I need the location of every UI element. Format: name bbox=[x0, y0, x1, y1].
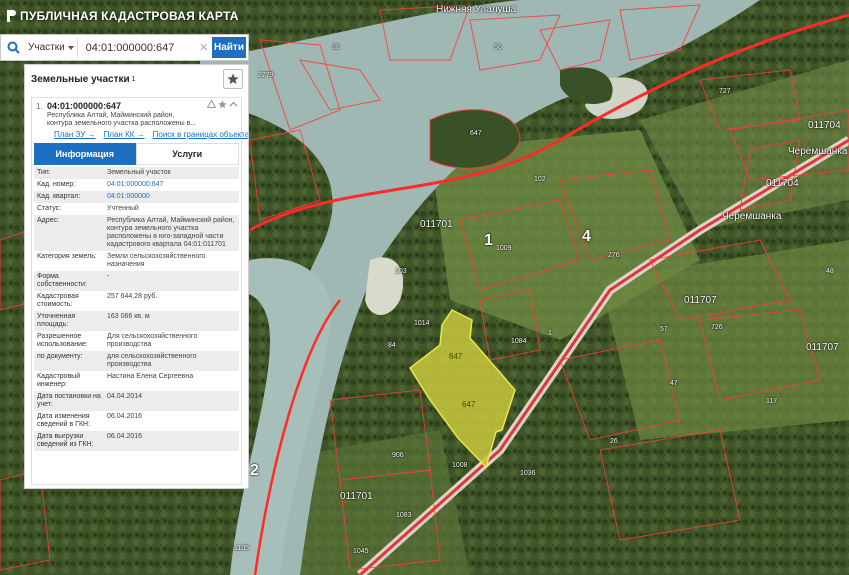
logo-icon bbox=[7, 10, 16, 22]
chevron-down-icon bbox=[67, 45, 74, 50]
search-type-select[interactable]: Участки bbox=[25, 37, 78, 58]
attribute-key: Кадастровая стоимость: bbox=[37, 293, 79, 308]
warning-icon[interactable] bbox=[207, 100, 216, 108]
attribute-row: по документу: для сельскохозяйственного п… bbox=[34, 351, 239, 371]
search-type-label: Участки bbox=[28, 42, 65, 53]
tab-information[interactable]: Информация bbox=[34, 143, 136, 165]
plan-kk-link[interactable]: План КК → bbox=[104, 130, 145, 139]
find-button[interactable]: Найти bbox=[212, 37, 246, 58]
attribute-key: Категория земель: bbox=[37, 253, 97, 260]
attribute-key: Адрес: bbox=[37, 217, 59, 224]
results-count: 1 bbox=[131, 75, 136, 83]
attribute-key: по документу: bbox=[37, 353, 83, 360]
attribute-value: Земли сельскохозяйственного назначения bbox=[107, 253, 206, 268]
attribute-value: Учтенный bbox=[107, 205, 139, 212]
attribute-key: Дата выгрузки сведений из ГКН: bbox=[37, 433, 94, 448]
panel-header: Земельные участки 1 bbox=[25, 65, 248, 93]
attribute-row: Категория земель: Земли сельскохозяйствен… bbox=[34, 251, 239, 271]
favorites-button[interactable] bbox=[223, 69, 243, 89]
attribute-value: Настина Елена Сергеевна bbox=[107, 373, 194, 380]
attribute-row: Разрешенное использование: Для сельскохоз… bbox=[34, 331, 239, 351]
result-actions bbox=[207, 100, 238, 109]
attribute-key: Кадастровый инженер: bbox=[37, 373, 81, 388]
clear-icon[interactable]: ✕ bbox=[198, 41, 210, 54]
attribute-key: Дата постановки на учет: bbox=[37, 393, 101, 408]
attribute-row: Статус: Учтенный bbox=[34, 203, 239, 215]
attribute-value[interactable]: 04:01:000000 bbox=[104, 191, 239, 203]
attribute-value: 163 066 кв. м bbox=[107, 313, 150, 320]
attribute-value: Для сельскохозяйственного производства bbox=[107, 333, 198, 348]
plan-zu-link[interactable]: План ЗУ → bbox=[54, 130, 96, 139]
result-address: Республика Алтай, Майминский район, конт… bbox=[47, 112, 197, 127]
search-icon[interactable] bbox=[1, 35, 25, 60]
app-title: ПУБЛИЧНАЯ КАДАСТРОВАЯ КАРТА bbox=[20, 9, 239, 23]
search-bar: Участки ✕ Найти bbox=[0, 34, 249, 61]
attribute-value: 06.04.2016 bbox=[107, 413, 143, 420]
search-input[interactable] bbox=[77, 41, 198, 54]
attribute-value: 257 644,28 руб. bbox=[107, 293, 158, 300]
attribute-row: Уточненная площадь: 163 066 кв. м bbox=[34, 311, 239, 331]
attributes-table: Тип: Земельный участок Кад. номер: 04:01:00… bbox=[34, 167, 239, 451]
attribute-row: Дата выгрузки сведений из ГКН: 06.04.2016 bbox=[34, 431, 239, 451]
app-header: ПУБЛИЧНАЯ КАДАСТРОВАЯ КАРТА bbox=[0, 0, 260, 32]
attribute-value: для сельскохозяйственного производства bbox=[107, 353, 197, 368]
attribute-row: Форма собственности: - bbox=[34, 271, 239, 291]
star-icon[interactable] bbox=[218, 100, 227, 109]
search-in-bounds-link[interactable]: Поиск в границах объекта → bbox=[153, 130, 248, 139]
attribute-value: Земельный участок bbox=[107, 169, 171, 176]
attribute-value: - bbox=[107, 273, 110, 280]
attribute-value: Республика Алтай, Майминский район, конт… bbox=[107, 217, 235, 248]
star-icon bbox=[227, 73, 239, 84]
result-tabs: Информация Услуги bbox=[34, 143, 239, 165]
attribute-key: Тип: bbox=[37, 169, 51, 176]
attribute-value[interactable]: 04:01:000000:647 bbox=[104, 179, 239, 191]
attribute-value: 04.04.2014 bbox=[107, 393, 143, 400]
attribute-key: Разрешенное использование: bbox=[37, 333, 88, 348]
result-links: План ЗУ → План КК → Поиск в границах объ… bbox=[32, 128, 248, 139]
tab-services[interactable]: Услуги bbox=[135, 143, 239, 165]
attribute-key: Форма собственности: bbox=[37, 273, 87, 288]
attribute-key: Уточненная площадь: bbox=[37, 313, 76, 328]
attribute-row: Кадастровая стоимость: 257 644,28 руб. bbox=[34, 291, 239, 311]
attribute-row: Тип: Земельный участок bbox=[34, 167, 239, 179]
result-index: 1. bbox=[36, 102, 43, 111]
attribute-key: Кад. номер: bbox=[37, 181, 76, 188]
results-panel: Земельные участки 1 1. 04:01:000000:647 … bbox=[24, 64, 249, 489]
attribute-value: 06.04.2016 bbox=[107, 433, 143, 440]
panel-title: Земельные участки bbox=[31, 73, 130, 85]
attribute-row: Дата постановки на учет: 04.04.2014 bbox=[34, 391, 239, 411]
collapse-icon[interactable] bbox=[229, 100, 238, 109]
result-card[interactable]: 1. 04:01:000000:647 Республика Алтай, Ма… bbox=[31, 97, 248, 485]
attribute-row: Кадастровый инженер: Настина Елена Сергее… bbox=[34, 371, 239, 391]
result-cad-number: 04:01:000000:647 bbox=[47, 101, 122, 111]
result-header: 1. 04:01:000000:647 Республика Алтай, Ма… bbox=[32, 98, 241, 128]
attribute-row: Адрес: Республика Алтай, Майминский район… bbox=[34, 215, 239, 251]
attribute-key: Дата изменения сведений в ГКН: bbox=[37, 413, 91, 428]
attribute-key: Статус: bbox=[37, 205, 62, 212]
attribute-row: Кад. квартал: 04:01:000000 bbox=[34, 191, 239, 203]
attribute-key: Кад. квартал: bbox=[37, 193, 81, 200]
attribute-row: Дата изменения сведений в ГКН: 06.04.2016 bbox=[34, 411, 239, 431]
attribute-row: Кад. номер: 04:01:000000:647 bbox=[34, 179, 239, 191]
